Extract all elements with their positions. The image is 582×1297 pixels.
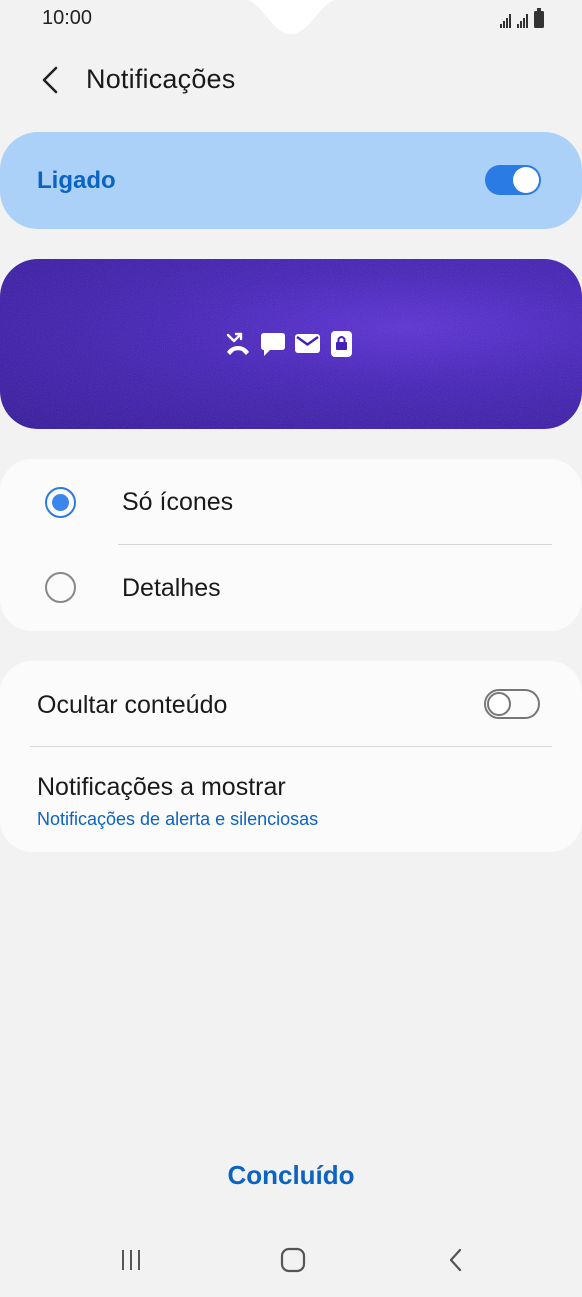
notifications-to-show-value: Notificações de alerta e silenciosas [37,809,319,829]
back-button[interactable] [30,58,70,102]
message-icon [261,333,285,356]
option-details[interactable]: Detalhes [0,545,582,631]
toggle-knob [487,692,511,716]
back-icon [449,1248,462,1272]
settings-card: Ocultar conteúdo Notificações a mostrar … [0,661,582,852]
recents-icon [122,1250,140,1270]
navigation-bar [0,1230,582,1290]
app-header: Notificações [0,52,582,108]
master-toggle[interactable] [485,165,541,195]
home-button[interactable] [263,1240,323,1280]
status-bar: 10:00 [0,0,582,38]
hide-content-toggle[interactable] [484,689,540,719]
email-icon [295,334,320,353]
notifications-to-show-row[interactable]: Notificações a mostrar Notificações de a… [0,747,582,852]
status-icons [500,8,544,28]
battery-icon [534,8,544,28]
chevron-left-icon [42,66,58,94]
missed-call-icon [226,332,249,355]
master-switch-row[interactable]: Ligado [0,132,582,229]
home-icon [280,1247,306,1273]
radio-checked[interactable] [45,487,76,518]
signal-icon [517,12,528,28]
page-title: Notificações [86,64,236,94]
camera-notch [247,0,335,34]
signal-icon [500,12,511,28]
master-switch-label: Ligado [37,167,116,194]
notifications-to-show-label: Notificações a mostrar [37,773,286,801]
option-icons-only[interactable]: Só ícones [0,459,582,545]
option-label: Detalhes [122,574,221,602]
radio-unchecked[interactable] [45,572,76,603]
hide-content-label: Ocultar conteúdo [37,691,228,719]
hide-content-row[interactable]: Ocultar conteúdo [0,661,582,746]
nav-back-button[interactable] [426,1240,486,1280]
option-label: Só ícones [122,488,234,516]
done-button[interactable]: Concluído [0,1160,582,1191]
lock-icon [331,331,352,357]
recents-button[interactable] [101,1240,161,1280]
preview-icons [226,331,352,357]
status-time: 10:00 [42,7,93,29]
style-options-card: Só ícones Detalhes [0,459,582,631]
toggle-knob [513,167,539,193]
